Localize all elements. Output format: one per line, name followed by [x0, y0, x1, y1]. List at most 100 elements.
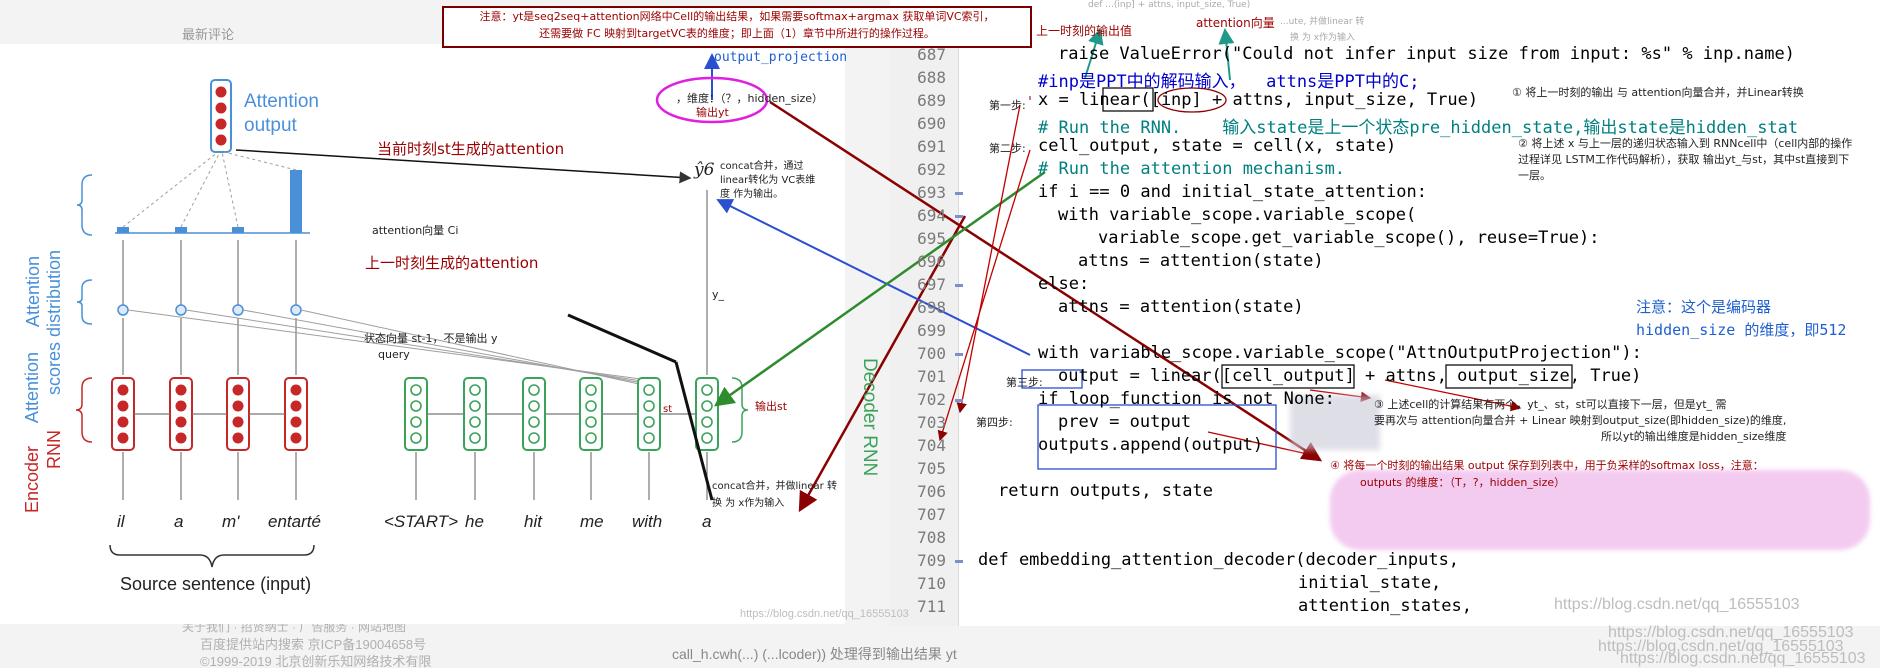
green-arrow: [713, 170, 1046, 407]
code-line-696[interactable]: attns = attention(state): [1078, 251, 1324, 271]
fold-marker[interactable]: [955, 284, 963, 287]
encoder-input-arrows: [122, 452, 297, 500]
concat-note-top: concat合并，通过 linear转化为 VC表维 度 作为输出。: [720, 160, 815, 202]
code-line-709[interactable]: def embedding_attention_decoder(decoder_…: [978, 550, 1459, 570]
code-line-693[interactable]: if i == 0 and initial_state_attention:: [1038, 182, 1427, 202]
line-number: 688: [917, 68, 946, 87]
encoder-label1: Encoder: [22, 446, 42, 514]
target-word-hit: hit: [524, 512, 542, 531]
fold-marker[interactable]: [955, 353, 963, 356]
code-line-700[interactable]: with variable_scope.variable_scope("Attn…: [1038, 343, 1642, 363]
code-line-711[interactable]: attention_states,: [1298, 596, 1472, 616]
watermark-diagram: https://blog.csdn.net/qq_16555103: [740, 608, 909, 620]
top-right-faint-3: 换 为 x作为输入: [1290, 33, 1356, 43]
top-right-faint-1: def ...(inp] + attns, input_size, True): [1088, 0, 1251, 10]
note4-annotation: ④ 将每一个时刻的输出结果 output 保存到列表中，用于负采样的softma…: [1330, 457, 1764, 491]
attn-vector-annotation: attention向量: [1196, 16, 1275, 30]
target-word-with: with: [632, 512, 663, 531]
code-line-695[interactable]: variable_scope.get_variable_scope(), reu…: [1098, 228, 1600, 248]
line-number: 709: [917, 551, 946, 570]
watermark-csdn-4: https://blog.csdn.net/qq_16555103: [1620, 650, 1866, 667]
code-line-706[interactable]: return outputs, state: [998, 481, 1213, 501]
attention-distribution-text: Attention: [22, 256, 44, 327]
line-number: 711: [917, 597, 946, 616]
code-line-704[interactable]: outputs.append(output): [1038, 435, 1263, 455]
code-line-689[interactable]: x = linear([inp] + attns, input_size, Tr…: [1038, 90, 1478, 110]
attention-vector-ci-label: attention向量 Ci: [372, 224, 459, 237]
line-number: 698: [917, 298, 946, 317]
note3-annotation: ③ 上述cell的计算结果有两个，yt_、st，st可以直接下一层，但是yt_ …: [1374, 397, 1786, 445]
line-number: 700: [917, 344, 946, 363]
output-projection-label: output_projection: [714, 50, 848, 65]
note4-line2: outputs 的维度：（T，?，hidden_size）: [1360, 476, 1566, 489]
line-number: 706: [917, 482, 946, 501]
attention-output-label: Attention output: [244, 90, 319, 138]
code-line-710[interactable]: initial_state,: [1298, 573, 1441, 593]
line-number: 691: [917, 137, 946, 156]
target-word-start: <START>: [384, 512, 459, 531]
scores-up-arrows: [122, 240, 297, 375]
code-line-687[interactable]: raise ValueError("Could not infer input …: [1058, 44, 1795, 64]
note1-annotation: ① 将上一时刻的输出 与 attention向量合并，并Linear转换: [1512, 86, 1804, 99]
line-number: 687: [917, 45, 946, 64]
top-right-faint-2: ...ute, 并做linear 转: [1280, 17, 1365, 27]
note3-line3: 所以yt的输出维度是hidden_size维度: [1600, 430, 1787, 443]
prev-output-annotation: 上一时刻的输出值: [1036, 24, 1133, 38]
line-number: 697: [917, 275, 946, 294]
step1-label: 第一步:: [989, 99, 1026, 112]
current-attention-label: 当前时刻st生成的attention: [377, 140, 565, 158]
target-word-me: me: [580, 512, 604, 531]
decoder-rnn-label: Decoder RNN: [859, 358, 880, 477]
note3-line1: ③ 上述cell的计算结果有两个，yt_、st，st可以直接下一层，但是yt_ …: [1374, 398, 1727, 411]
attention-scores-text2: scores: [44, 342, 64, 396]
encoder-note-line1: 注意：这个是编码器: [1636, 298, 1772, 316]
line-number: 692: [917, 160, 946, 179]
encoder-label2: RNN: [44, 430, 64, 469]
attention-output-line2: output: [244, 115, 297, 136]
code-line-691[interactable]: cell_output, state = cell(x, state): [1038, 136, 1396, 156]
concat-note-bottom: concat合并，并做linear 转 换 为 x作为输入: [712, 478, 837, 512]
line-number: 696: [917, 252, 946, 271]
code-line-688[interactable]: #inp是PPT中的解码输入， attns是PPT中的C;: [1038, 67, 1419, 92]
fold-marker[interactable]: [955, 192, 963, 195]
state-vector-label: 状态向量 st-1，不是输出 y: [364, 332, 498, 345]
concat-note-b1: concat合并，并做linear 转: [712, 481, 837, 492]
note2-annotation: ② 将上述 x 与上一层的递归状态输入到 RNNcell中（cell内部的操作 …: [1518, 136, 1852, 184]
attention-distribution-bars: [115, 170, 310, 234]
code-line-701[interactable]: output = linear([cell_output] + attns, o…: [1058, 366, 1641, 386]
fold-marker[interactable]: [955, 399, 963, 402]
attention-output-cell: [210, 79, 232, 153]
code-line-702[interactable]: if loop_function is not None:: [1038, 389, 1335, 409]
concat-note-3: 度 作为输出。: [720, 189, 784, 200]
line-number: 695: [917, 229, 946, 248]
code-line-692[interactable]: # Run the attention mechanism.: [1038, 159, 1345, 179]
attention-scores-text1: Attention: [22, 352, 42, 424]
line-number: 693: [917, 183, 946, 202]
target-word-he: he: [465, 512, 484, 531]
code-line-697[interactable]: else:: [1038, 274, 1089, 294]
line-number: 708: [917, 528, 946, 547]
line-number: 703: [917, 413, 946, 432]
source-word-il: il: [117, 512, 125, 531]
prev-attention-label: 上一时刻生成的attention: [365, 254, 539, 272]
concat-note-1: concat合并，通过: [720, 161, 804, 172]
source-word-m: m': [222, 512, 240, 531]
query-label: query: [378, 348, 410, 361]
fold-marker[interactable]: [955, 560, 963, 563]
y-hat-label: ŷ6: [694, 160, 715, 180]
note3-line2: 要再次与 attention向量合并 + Linear 映射到output_si…: [1374, 414, 1787, 427]
watermark-csdn-1: https://blog.csdn.net/qq_16555103: [1554, 596, 1800, 613]
code-line-690[interactable]: # Run the RNN. 输入state是上一个状态pre_hidden_s…: [1038, 113, 1798, 138]
code-line-703[interactable]: prev = output: [1058, 412, 1191, 432]
note2-line3: 一层。: [1518, 169, 1551, 182]
note4-line1: ④ 将每一个时刻的输出结果 output 保存到列表中，用于负采样的softma…: [1330, 459, 1764, 472]
code-line-698[interactable]: attns = attention(state): [1058, 297, 1304, 317]
output-st-label: 输出st: [755, 400, 788, 413]
encoder-note-annotation: 注意：这个是编码器 hidden_size 的维度，即512: [1636, 296, 1846, 342]
source-sentence-label: Source sentence (input): [120, 574, 312, 594]
fold-marker[interactable]: [955, 215, 963, 218]
code-line-694[interactable]: with variable_scope.variable_scope(: [1058, 205, 1416, 225]
step2-label: 第二步:: [989, 142, 1026, 155]
concat-note-b2: 换 为 x作为输入: [712, 498, 785, 509]
line-number: 690: [917, 114, 946, 133]
